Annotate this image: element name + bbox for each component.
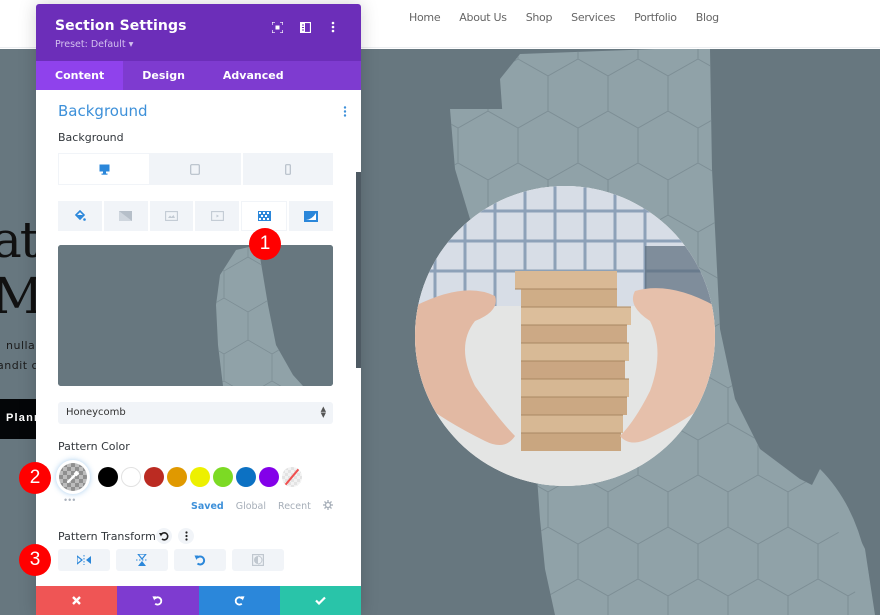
swatch-black[interactable] [98, 467, 118, 487]
preset-dropdown[interactable]: Preset: Default ▾ [55, 39, 361, 50]
desktop-icon [99, 164, 110, 175]
pattern-color-label: Pattern Color [58, 440, 130, 453]
swatch-red[interactable] [144, 467, 164, 487]
hero-photo-jenga-hands [415, 186, 715, 486]
pattern-icon [257, 211, 271, 221]
invert-button[interactable] [232, 549, 284, 571]
bg-type-gradient[interactable] [103, 201, 148, 231]
undo-button[interactable] [117, 586, 199, 615]
pattern-transform-buttons [58, 549, 284, 571]
redo-icon [234, 596, 245, 606]
hero-title-line1: at [0, 211, 40, 269]
device-toggle [58, 153, 333, 185]
bg-type-color[interactable] [58, 201, 102, 231]
background-preview [58, 245, 333, 386]
annotation-badge-3: 3 [19, 544, 51, 576]
invert-icon [252, 554, 264, 566]
panel-header[interactable]: Section Settings Preset: Default ▾ [36, 4, 361, 61]
flip-horizontal-button[interactable] [58, 549, 110, 571]
palette-tab-saved[interactable]: Saved [191, 501, 224, 512]
nav-home[interactable]: Home [409, 11, 441, 24]
flip-vertical-icon [136, 554, 148, 566]
focus-mode-icon[interactable] [263, 20, 291, 34]
tab-advanced[interactable]: Advanced [204, 61, 303, 90]
background-type-tabs [58, 201, 333, 231]
pattern-style-select[interactable]: Honeycomb ▲ ▼ [58, 402, 333, 424]
annotation-badge-2: 2 [19, 462, 51, 494]
color-picker-button[interactable] [56, 460, 90, 494]
select-arrows-icon: ▲ ▼ [320, 405, 326, 419]
device-tablet-button[interactable] [150, 153, 243, 185]
palette-tabs: Saved Global Recent [191, 500, 333, 513]
swatch-transparent[interactable] [282, 467, 302, 487]
cancel-button[interactable] [36, 586, 118, 615]
pattern-transform-label: Pattern Transform [58, 530, 156, 543]
flip-horizontal-icon [77, 555, 91, 565]
nav-services[interactable]: Services [571, 11, 615, 24]
section-settings-panel: Section Settings Preset: Default ▾ Conte… [36, 4, 361, 615]
swatch-white[interactable] [121, 467, 141, 487]
panel-footer [36, 586, 361, 615]
reset-transform-icon[interactable] [156, 528, 172, 544]
background-section-title[interactable]: Background [58, 102, 148, 120]
paint-bucket-icon [74, 210, 86, 221]
save-button[interactable] [279, 586, 361, 615]
eyedropper-icon [66, 470, 80, 484]
section-options-icon[interactable] [343, 106, 347, 120]
undo-icon [152, 596, 163, 606]
bg-type-mask[interactable] [289, 201, 333, 231]
phone-icon [284, 163, 291, 175]
hero-copy-line1: nulla [6, 339, 36, 352]
gradient-icon [119, 211, 133, 221]
mask-icon [304, 210, 319, 222]
transform-options-icon[interactable] [178, 528, 194, 544]
image-icon [165, 211, 179, 221]
redo-button[interactable] [198, 586, 280, 615]
palette-tab-recent[interactable]: Recent [278, 501, 311, 512]
color-swatches [56, 460, 305, 494]
swatch-blue[interactable] [236, 467, 256, 487]
tablet-icon [190, 163, 201, 175]
panel-scrollbar[interactable] [356, 172, 361, 368]
hero-cta-button[interactable]: Plann [0, 399, 36, 439]
nav-about-us[interactable]: About Us [459, 11, 507, 24]
checkmark-icon [315, 596, 326, 605]
video-icon [210, 211, 224, 221]
rotate-button[interactable] [174, 549, 226, 571]
nav-blog[interactable]: Blog [696, 11, 719, 24]
swatch-yellow[interactable] [190, 467, 210, 487]
split-view-icon[interactable] [291, 20, 319, 34]
swatch-green[interactable] [213, 467, 233, 487]
site-nav: Home About Us Shop Services Portfolio Bl… [409, 0, 738, 34]
nav-portfolio[interactable]: Portfolio [634, 11, 677, 24]
tab-design[interactable]: Design [123, 61, 204, 90]
bg-type-image[interactable] [149, 201, 194, 231]
bg-type-pattern[interactable] [241, 201, 288, 231]
more-options-icon[interactable] [319, 20, 347, 34]
close-icon [72, 596, 81, 605]
swatch-orange[interactable] [167, 467, 187, 487]
flip-vertical-button[interactable] [116, 549, 168, 571]
rotate-icon [194, 555, 206, 566]
nav-shop[interactable]: Shop [526, 11, 553, 24]
panel-body: Background Background Honeycomb ▲ ▼ Patt… [36, 90, 361, 586]
swatch-purple[interactable] [259, 467, 279, 487]
hero-copy-line2: andit c [0, 359, 39, 372]
more-swatches-icon[interactable]: ••• [64, 495, 76, 505]
pattern-style-value: Honeycomb [66, 407, 126, 418]
tab-content[interactable]: Content [36, 61, 124, 90]
palette-tab-global[interactable]: Global [236, 501, 266, 512]
annotation-badge-1: 1 [249, 228, 281, 260]
palette-settings-gear-icon[interactable] [322, 500, 333, 513]
bg-type-video[interactable] [195, 201, 240, 231]
device-desktop-button[interactable] [58, 153, 151, 185]
device-phone-button[interactable] [243, 153, 333, 185]
panel-tabs: Content Design Advanced [36, 61, 361, 90]
background-label: Background [58, 131, 124, 144]
